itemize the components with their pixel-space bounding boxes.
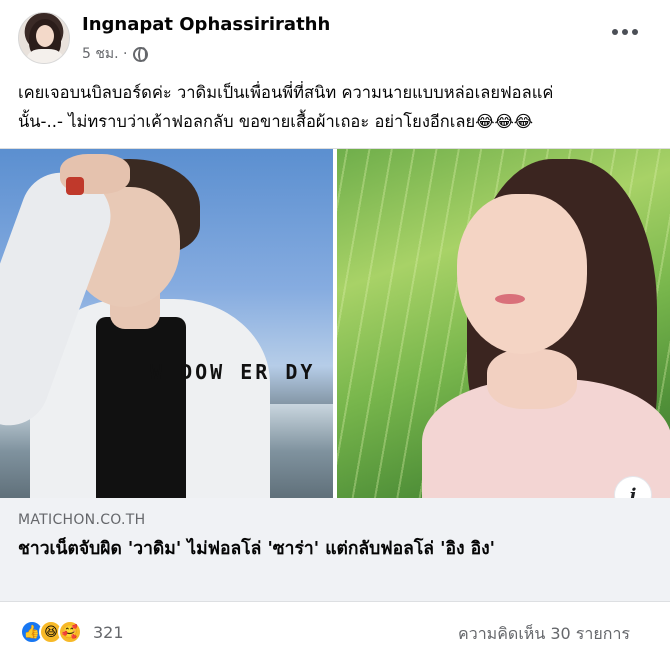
dot bbox=[612, 29, 618, 35]
photo-man-at-beach[interactable]: W DOW ER DY bbox=[0, 149, 333, 499]
facebook-post: Ingnapat Ophassirirathh 5 ชม. · เคยเจอบน… bbox=[0, 0, 670, 664]
post-footer: 👍 😆 🥰 321 ความคิดเห็น 30 รายการ bbox=[0, 602, 670, 664]
caption-line: เคยเจอบนบิลบอร์ดค่ะ วาดิมเป็นเพื่อนพี่ที… bbox=[18, 83, 554, 102]
dot bbox=[632, 29, 638, 35]
post-caption: เคยเจอบนบิลบอร์ดค่ะ วาดิมเป็นเพื่อนพี่ที… bbox=[18, 78, 658, 136]
face bbox=[457, 194, 587, 354]
shirt-print: W DOW ER DY bbox=[150, 360, 316, 384]
lips bbox=[495, 294, 525, 304]
more-options-icon[interactable] bbox=[610, 22, 640, 42]
globe-icon[interactable] bbox=[133, 46, 149, 62]
author-name[interactable]: Ingnapat Ophassirirathh bbox=[82, 14, 330, 35]
shoulder bbox=[487, 349, 577, 409]
link-preview-images[interactable]: W DOW ER DY bbox=[0, 148, 670, 499]
photo-woman-in-field[interactable] bbox=[337, 149, 670, 499]
reaction-count: 321 bbox=[93, 622, 124, 642]
avatar-body bbox=[27, 49, 63, 63]
post-meta: 5 ชม. · bbox=[82, 43, 149, 65]
reactions-summary[interactable]: 👍 😆 🥰 321 bbox=[20, 620, 124, 644]
black-tee bbox=[96, 317, 186, 499]
care-icon: 🥰 bbox=[58, 620, 82, 644]
link-headline[interactable]: ชาวเน็ตจับผิด 'วาดิม' ไม่ฟอลโล่ 'ซาร่า' … bbox=[18, 536, 648, 563]
dot bbox=[622, 29, 628, 35]
post-time[interactable]: 5 ชม. · bbox=[82, 43, 127, 65]
caption-line: นั้น-..- ไม่ทราบว่าเค้าฟอลกลับ ขอขายเสื้… bbox=[18, 112, 534, 131]
author-avatar[interactable] bbox=[18, 12, 70, 64]
red-wristband bbox=[66, 177, 84, 195]
avatar-face bbox=[36, 25, 54, 47]
link-preview-box[interactable]: MATICHON.CO.TH ชาวเน็ตจับผิด 'วาดิม' ไม่… bbox=[0, 498, 670, 602]
comments-count-link[interactable]: ความคิดเห็น 30 รายการ bbox=[458, 622, 630, 647]
link-domain: MATICHON.CO.TH bbox=[18, 512, 146, 528]
